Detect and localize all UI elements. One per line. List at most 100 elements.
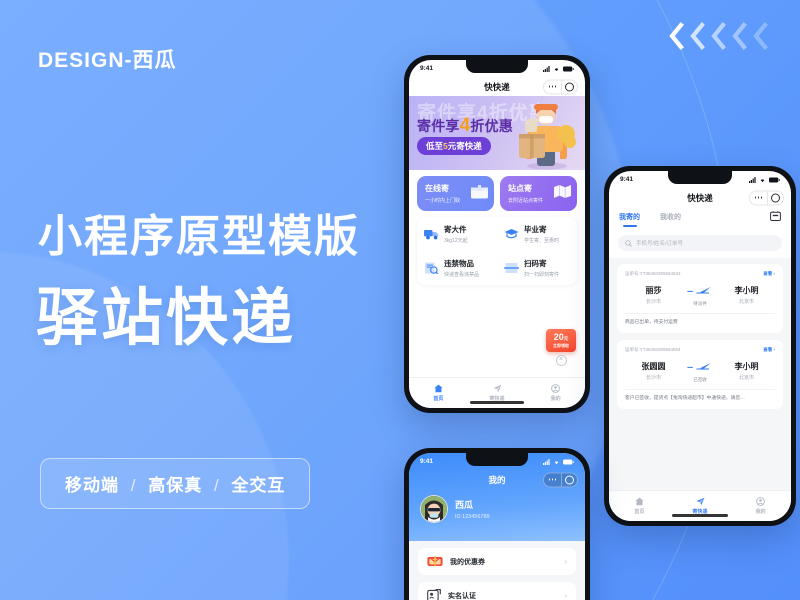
tag-item-0: 移动端 — [65, 476, 119, 495]
coupon-card[interactable]: 20元 立即领取 — [546, 329, 576, 352]
banner-headline: 寄件享4折优惠 — [417, 115, 513, 137]
profile-user-block[interactable]: 西瓜 ID:123456789 — [409, 489, 585, 533]
avatar[interactable] — [420, 495, 448, 523]
capsule-more-button[interactable] — [544, 473, 562, 486]
card-text: 违禁物品 快递查看违禁品 — [444, 258, 479, 278]
order-number-value: YT38450309564654 — [639, 347, 681, 353]
poster-canvas: DESIGN-西瓜 小程序原型模版 驿站快递 移动端 / 高保真 / 全交互 9… — [0, 0, 800, 600]
promo-banner[interactable]: 寄件享4折优惠 寄件享4折优惠 低至5元寄快递 — [409, 96, 585, 170]
profile-screen: 9:41 我的 西瓜 ID:123456789 我的优惠券 › 实名认证 › — [409, 453, 585, 600]
notch — [466, 453, 528, 466]
notch — [668, 171, 732, 184]
wifi-icon — [554, 460, 559, 464]
card-big-item-send[interactable]: 寄大件 3kg12元起 — [417, 217, 497, 251]
order-number-row: 运单号:YT38450309564632 查看 › — [625, 271, 775, 277]
chevron-left-icon — [711, 22, 726, 50]
card-text: 寄大件 3kg12元起 — [444, 224, 468, 244]
profile-navbar: 我的 — [409, 470, 585, 489]
capsule-more-button[interactable] — [544, 80, 562, 93]
graduation-cap-icon — [504, 229, 519, 239]
brand-label: DESIGN-西瓜 — [38, 49, 177, 72]
chevron-right-icon: › — [564, 557, 567, 566]
capsule-close-button[interactable] — [768, 191, 783, 204]
search-input[interactable]: 手机号/姓名/订单号 — [618, 235, 782, 251]
card-online-send[interactable]: 在线寄 一小时内上门取 — [417, 176, 494, 211]
cellular-signal-icon — [543, 65, 550, 72]
order-view-link[interactable]: 查看 › — [763, 271, 775, 277]
phone-mockup-profile: 9:41 我的 西瓜 ID:123456789 我的优惠券 › 实名认证 › — [404, 448, 590, 600]
order-number-row: 运单号:YT38450309564654 查看 › — [625, 347, 775, 353]
order-archive-icon[interactable] — [770, 211, 781, 221]
order-view-link[interactable]: 查看 › — [763, 347, 775, 353]
order-status-middle: 待派件 — [682, 282, 718, 307]
order-number: 运单号:YT38450309564632 — [625, 271, 681, 277]
card-subtitle: 3kg12元起 — [444, 238, 468, 244]
user-id: ID:123456789 — [455, 514, 490, 520]
person-icon — [756, 497, 766, 506]
profile-row-verification[interactable]: 实名认证 › — [418, 582, 576, 600]
wechat-capsule[interactable] — [543, 472, 578, 487]
card-subtitle: 扫一扫即刻寄件 — [524, 272, 560, 278]
profile-row-coupons[interactable]: 我的优惠券 › — [418, 548, 576, 575]
profile-row-label: 实名认证 — [448, 592, 476, 600]
tab-send[interactable]: 寄快递 — [468, 384, 527, 402]
order-card[interactable]: 运单号:YT38450309564654 查看 › 张圆圆 长沙市 已签收 李小… — [617, 340, 783, 410]
tab-home[interactable]: 首页 — [609, 497, 670, 515]
card-prohibited-items[interactable]: 违禁物品 快递查看违禁品 — [417, 251, 497, 285]
order-sender: 丽莎 长沙市 — [625, 285, 682, 305]
wechat-capsule[interactable] — [543, 79, 578, 94]
card-scan-send[interactable]: 扫码寄 扫一扫即刻寄件 — [497, 251, 577, 285]
coupon-close-icon[interactable]: × — [555, 355, 567, 366]
delivery-arrow-icon — [687, 363, 711, 370]
capsule-close-button[interactable] — [562, 80, 577, 93]
more-dots-icon — [548, 85, 557, 88]
capsule-close-button[interactable] — [562, 473, 577, 486]
card-title: 违禁物品 — [444, 259, 474, 268]
order-number-label: 运单号: — [625, 347, 640, 353]
tab-label: 首页 — [433, 396, 444, 402]
order-status: 待派件 — [693, 301, 707, 306]
tab-profile[interactable]: 我的 — [526, 384, 585, 402]
profile-user-text: 西瓜 ID:123456789 — [455, 498, 490, 520]
wifi-icon — [760, 178, 765, 182]
sender-city: 长沙市 — [645, 374, 661, 381]
battery-icon — [563, 65, 574, 72]
tab-send[interactable]: 寄快递 — [670, 497, 731, 515]
chevron-right-icon: › — [564, 591, 567, 600]
battery-icon — [769, 176, 780, 183]
order-status-middle: 已签收 — [682, 358, 718, 383]
card-station-send[interactable]: 站点寄 去附近站点寄件 — [500, 176, 577, 211]
floating-coupon[interactable]: 20元 立即领取 × — [546, 329, 576, 366]
order-card[interactable]: 运单号:YT38450309564632 查看 › 丽莎 长沙市 待派件 李小明… — [617, 264, 783, 334]
chevron-decoration-group — [667, 22, 768, 50]
page-title: 快快递 — [687, 192, 713, 203]
status-time: 9:41 — [420, 458, 434, 465]
receiver-name: 李小明 — [734, 285, 759, 295]
capsule-more-button[interactable] — [750, 191, 768, 204]
receiver-name: 李小明 — [734, 361, 759, 371]
scan-code-icon — [504, 263, 519, 273]
card-title: 扫码寄 — [524, 259, 547, 268]
tab-home[interactable]: 首页 — [409, 384, 468, 402]
card-title: 寄大件 — [444, 225, 467, 234]
more-dots-icon — [548, 478, 557, 481]
card-subtitle: 快递查看违禁品 — [444, 272, 480, 278]
order-number-label: 运单号: — [625, 271, 640, 276]
tag-item-1: 高保真 — [148, 476, 203, 495]
home-card-zone: 在线寄 一小时内上门取 站点寄 去附近站点寄件 寄大件 3kg12元起 毕业寄 … — [409, 170, 585, 285]
order-status: 已签收 — [693, 377, 707, 383]
tab-profile[interactable]: 我的 — [730, 497, 791, 515]
orders-screen: 9:41 快快递 我寄的 我收的 手机号/姓名/订单号 运单号:YT384503… — [609, 171, 791, 521]
battery-icon — [563, 458, 574, 465]
wechat-capsule[interactable] — [749, 190, 784, 205]
tag-separator: / — [130, 476, 137, 495]
tab-received-by-me[interactable]: 我收的 — [660, 212, 681, 222]
card-text: 扫码寄 扫一扫即刻寄件 — [524, 258, 559, 278]
card-graduation-send[interactable]: 毕业寄 学生寄、至惠时 — [497, 217, 577, 251]
banner-sub-suffix: 元寄快递 — [447, 141, 482, 151]
tab-sent-by-me[interactable]: 我寄的 — [619, 212, 640, 222]
card-title: 毕业寄 — [524, 225, 547, 234]
orders-header: 我寄的 我收的 手机号/姓名/订单号 — [609, 207, 791, 251]
sender-name: 丽莎 — [645, 285, 662, 295]
headline-secondary: 驿站快递 — [36, 284, 297, 353]
